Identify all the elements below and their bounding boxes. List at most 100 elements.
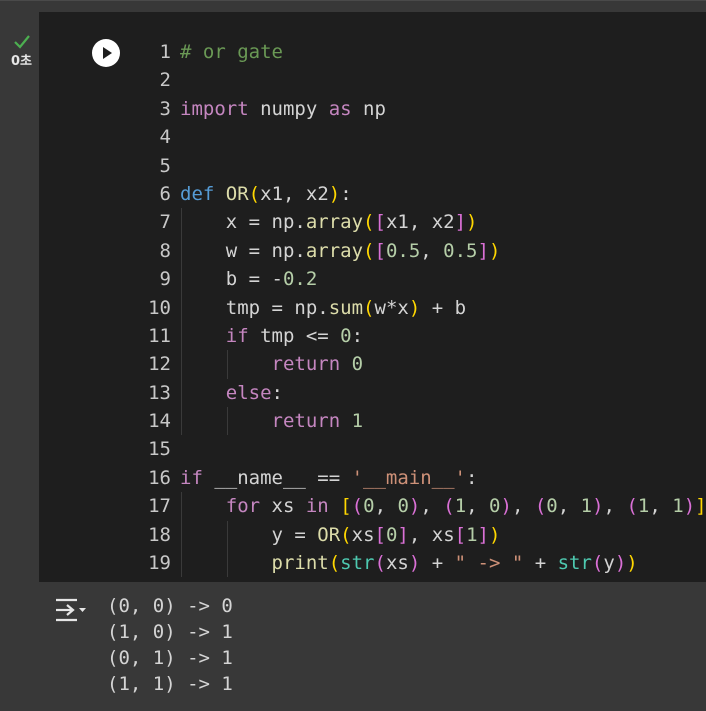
code-token: tmp = np.	[180, 296, 329, 319]
line-number: 5	[159, 154, 171, 177]
code-token: )	[408, 296, 421, 319]
code-token: 0	[397, 495, 409, 518]
run-cell-button[interactable]	[92, 39, 120, 67]
code-token: )	[408, 552, 421, 575]
code-token: array	[305, 239, 364, 262]
code-editor[interactable]: 1 # or gate 2 3 import numpy as np 4 5 6 def OR(…	[142, 38, 706, 578]
code-token: x = np.	[180, 211, 306, 234]
line-number: 10	[148, 296, 171, 319]
execution-time: 0초	[11, 54, 33, 69]
indent-guide	[181, 265, 182, 294]
code-token: 0.2	[282, 268, 318, 291]
code-token: if	[225, 324, 249, 347]
code-token: y =	[180, 523, 318, 546]
code-token: ,	[420, 495, 444, 518]
code-token: )	[488, 239, 501, 262]
code-token: (	[248, 182, 261, 205]
code-line: 18 y = OR(xs[0], xs[1])	[142, 520, 706, 550]
line-number: 7	[159, 211, 171, 234]
code-token: [	[374, 239, 386, 262]
code-token: 1	[637, 495, 650, 518]
code-token: )	[683, 495, 696, 518]
line-number: 15	[148, 438, 171, 461]
indent-guide	[181, 378, 182, 408]
line-number: 2	[159, 69, 171, 92]
output-toggle-icon[interactable]	[53, 596, 87, 624]
line-number: 13	[148, 381, 171, 404]
code-token: 0	[385, 523, 398, 546]
code-line: 16 if __name__ == '__main__':	[142, 464, 706, 492]
code-cell-editor[interactable]: 1 # or gate 2 3 import numpy as np 4 5 6 def OR(…	[39, 12, 706, 582]
code-token: ]	[477, 239, 489, 262]
code-line: 15	[142, 435, 706, 463]
line-number: 17	[148, 495, 171, 518]
code-line: 5	[142, 152, 706, 180]
code-token: (	[363, 211, 375, 234]
code-token: w*x	[374, 296, 409, 319]
code-token: return	[271, 410, 341, 433]
code-token: + b	[420, 296, 467, 319]
code-token: 1	[351, 410, 364, 433]
indent-guide	[226, 520, 228, 550]
code-token: :	[466, 466, 478, 489]
code-token: (	[363, 239, 375, 262]
code-token: ,	[420, 239, 444, 262]
code-token: " -> "	[454, 552, 524, 575]
code-line: 14 return 1	[142, 407, 706, 436]
code-token: np	[351, 97, 386, 120]
code-token: )	[489, 523, 501, 546]
code-token: ]	[454, 211, 467, 234]
code-token: w = np.	[180, 239, 306, 262]
code-token: as	[328, 97, 352, 120]
code-token: +	[523, 552, 558, 575]
code-line: 8 w = np.array([0.5, 0.5])	[142, 236, 706, 266]
code-token: import	[180, 97, 249, 120]
line-number: 12	[148, 353, 171, 376]
code-token: (	[340, 523, 352, 546]
code-token: in	[305, 495, 329, 518]
code-token: y	[603, 552, 615, 575]
code-token: ,	[603, 495, 627, 518]
code-token: (	[351, 495, 364, 518]
line-number: 3	[159, 97, 171, 120]
code-token: OR	[317, 523, 341, 546]
output-line: (1, 1) -> 1	[107, 673, 233, 695]
code-token: 0	[546, 495, 558, 518]
code-token: ]	[397, 523, 409, 546]
code-line: 19 print(str(xs) + " -> " + str(y))	[142, 549, 706, 578]
check-icon	[14, 35, 30, 49]
code-token: )	[614, 552, 627, 575]
code-token: numpy	[248, 97, 329, 120]
indent-guide	[181, 236, 182, 266]
code-line: 3 import numpy as np	[142, 95, 706, 123]
indent-guide	[181, 208, 182, 237]
code-token: )	[466, 211, 478, 234]
line-number: 19	[148, 552, 171, 575]
indent-guide	[226, 350, 228, 379]
code-token: :	[271, 381, 283, 404]
code-token: 1	[672, 495, 684, 518]
code-token: for	[225, 495, 261, 518]
code-line: 11 if tmp <= 0:	[142, 321, 706, 351]
code-line: 13 else:	[142, 378, 706, 408]
code-token: ,	[557, 495, 581, 518]
indent-guide	[181, 350, 182, 379]
code-token: (	[374, 552, 386, 575]
indent-guide	[181, 293, 182, 322]
code-line: 7 x = np.array([x1, x2])	[142, 208, 706, 237]
code-line: 17 for xs in [(0, 0), (1, 0), (0, 1), (1…	[142, 492, 706, 521]
line-number: 6	[159, 182, 171, 205]
code-token: 0	[363, 495, 375, 518]
code-token: [	[454, 523, 467, 546]
code-token: ,	[466, 495, 490, 518]
code-token: xs	[385, 552, 409, 575]
code-line: 4	[142, 123, 706, 151]
code-token: x1, x2	[260, 182, 329, 205]
code-token: print	[271, 552, 329, 575]
code-line: 9 b = -0.2	[142, 265, 706, 294]
